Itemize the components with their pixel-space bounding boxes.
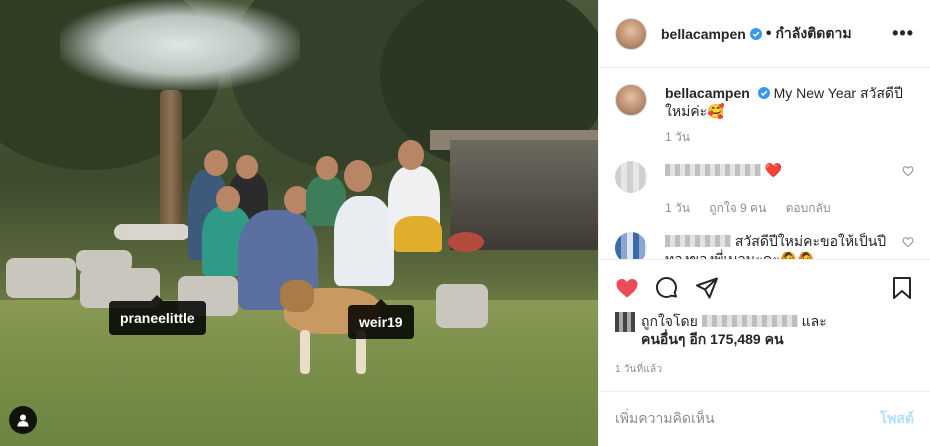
blurred-liker[interactable] [701, 315, 798, 327]
blurred-username [665, 164, 761, 176]
caption-body: bellacampen My New Year สวัสดีปีใหม่ค่ะ🥰 [665, 84, 914, 120]
user-tag-weir19[interactable]: weir19 [348, 299, 414, 339]
like-comment-icon[interactable] [902, 165, 914, 177]
rock [436, 284, 488, 328]
comment-likes[interactable]: ถูกใจ 9 คน [709, 201, 766, 215]
flowers [448, 232, 484, 252]
avatar[interactable] [615, 161, 647, 193]
and-label: และ [801, 313, 827, 329]
blurred-username [665, 235, 731, 247]
comment-input[interactable]: เพิ่มความคิดเห็น [615, 408, 715, 430]
reply-button[interactable]: ตอบกลับ [786, 201, 831, 215]
person-head [398, 140, 424, 170]
caption-username[interactable]: bellacampen [665, 85, 750, 101]
person-head [204, 150, 228, 176]
rock [76, 250, 132, 272]
person [334, 196, 394, 286]
posted-time[interactable]: 1 วันที่แล้ว [615, 362, 914, 377]
comment-text: ❤️ [764, 162, 783, 178]
caption: bellacampen My New Year สวัสดีปีใหม่ค่ะ🥰 [615, 84, 914, 120]
palm-trunk [160, 90, 182, 230]
liker-avatar[interactable] [615, 312, 635, 332]
verified-icon [757, 87, 770, 99]
person [394, 216, 442, 252]
caption-age: 1 วัน [665, 130, 690, 144]
separator-dot: • [765, 24, 772, 42]
person-head [216, 186, 240, 212]
comment-meta: 1 วัน ถูกใจ 9 คน ตอบกลับ [665, 199, 914, 218]
sky [60, 0, 300, 90]
action-icons [615, 268, 914, 308]
user-tag-icon[interactable] [9, 406, 37, 434]
post-comment-button[interactable]: โพสต์ [880, 408, 914, 430]
rock [6, 258, 76, 298]
comments-list: bellacampen My New Year สวัสดีปีใหม่ค่ะ🥰… [599, 68, 930, 259]
post-sidebar: bellacampen • กำลังติดตาม ••• bellacampe… [598, 0, 930, 446]
likes-text: ถูกใจโดย และ คนอื่นๆ อีก 175,489 คน [641, 312, 827, 348]
following-button[interactable]: กำลังติดตาม [775, 23, 851, 45]
instagram-post: praneelittle weir19 bellacampen • กำลังต… [0, 0, 930, 446]
comment-item: ❤️ [615, 161, 914, 193]
verified-icon [749, 27, 762, 40]
comment-body: ❤️ [665, 161, 890, 179]
post-header: bellacampen • กำลังติดตาม ••• [599, 0, 930, 68]
share-icon[interactable] [695, 276, 719, 300]
like-comment-icon[interactable] [902, 236, 914, 248]
comment-body: สวัสดีปีใหม่คะขอให้เป็นปีทองของพี่เบลนะค… [665, 232, 890, 259]
more-options-icon[interactable]: ••• [892, 23, 914, 44]
comment-item: สวัสดีปีใหม่คะขอให้เป็นปีทองของพี่เบลนะค… [615, 232, 914, 259]
user-tag-praneelittle[interactable]: praneelittle [109, 295, 206, 335]
liked-by-label: ถูกใจโดย [641, 313, 698, 329]
comment-age: 1 วัน [665, 201, 690, 215]
avatar[interactable] [615, 17, 647, 50]
likes-summary: ถูกใจโดย และ คนอื่นๆ อีก 175,489 คน [615, 312, 914, 348]
heart-icon[interactable] [615, 276, 639, 300]
post-actions: ถูกใจโดย และ คนอื่นๆ อีก 175,489 คน 1 วั… [599, 259, 930, 377]
dog-leg [300, 330, 310, 374]
bookmark-icon[interactable] [890, 276, 914, 300]
avatar[interactable] [615, 84, 647, 116]
add-comment-bar: เพิ่มความคิดเห็น โพสต์ [599, 391, 930, 446]
likes-count[interactable]: 175,489 [710, 331, 761, 347]
stone-table [114, 224, 190, 240]
header-username[interactable]: bellacampen [661, 26, 746, 42]
comment-icon[interactable] [655, 276, 679, 300]
person-head [236, 155, 258, 179]
others-label[interactable]: คนอื่นๆ อีก [641, 331, 706, 347]
person-head [316, 156, 338, 180]
post-photo[interactable]: praneelittle weir19 [0, 0, 598, 446]
avatar[interactable] [615, 232, 647, 259]
beagle-head [280, 280, 314, 312]
likes-unit[interactable]: คน [765, 331, 784, 347]
person-head [344, 160, 372, 192]
